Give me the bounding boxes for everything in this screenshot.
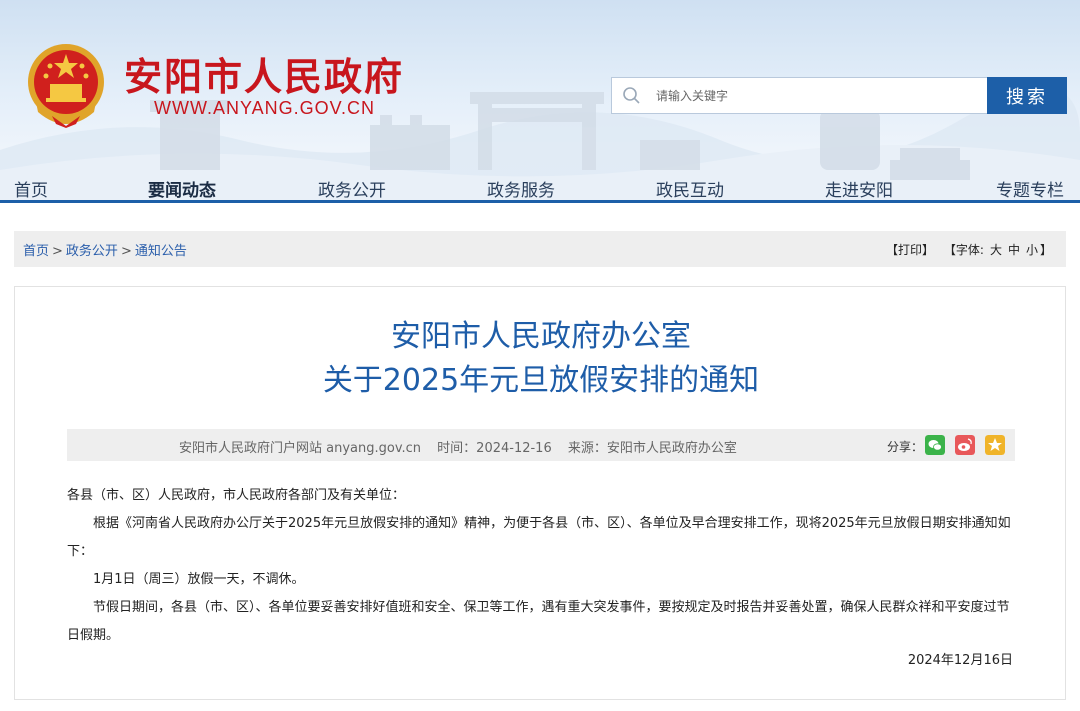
wechat-icon[interactable] xyxy=(925,435,945,455)
search-button[interactable]: 搜索 xyxy=(987,77,1067,114)
article-salutation: 各县（市、区）人民政府，市人民政府各部门及有关单位： xyxy=(67,488,406,503)
site-url: WWW.ANYANG.GOV.CN xyxy=(154,98,376,118)
nav-item-special-topics[interactable]: 专题专栏 xyxy=(996,176,1064,200)
star-icon[interactable] xyxy=(985,435,1005,455)
search-input[interactable] xyxy=(656,78,976,113)
font-size-label: 【字体: xyxy=(943,243,984,257)
nav-item-gov-affairs[interactable]: 政务公开 xyxy=(318,176,386,200)
article-body: 各县（市、区）人民政府，市人民政府各部门及有关单位： 根据《河南省人民政府办公厅… xyxy=(67,482,1017,650)
article-meta-bar: 安阳市人民政府门户网站 anyang.gov.cn 时间：2024-12-16 … xyxy=(67,429,1015,461)
font-medium-button[interactable]: 中 xyxy=(1008,243,1020,257)
site-title[interactable]: 安阳市人民政府 xyxy=(124,46,404,101)
article-paragraph: 根据《河南省人民政府办公厅关于2025年元旦放假安排的通知》精神，为便于各县（市… xyxy=(67,516,1011,559)
article-paragraph: 节假日期间，各县（市、区）、各单位要妥善安排好值班和安全、保卫等工作，遇有重大突… xyxy=(67,600,1010,643)
font-large-button[interactable]: 大 xyxy=(990,243,1002,257)
nav-item-home[interactable]: 首页 xyxy=(14,176,48,200)
nav-item-news[interactable]: 要闻动态 xyxy=(148,176,216,200)
nav-item-interaction[interactable]: 政民互动 xyxy=(656,176,724,200)
national-emblem-icon xyxy=(28,44,104,128)
search-box xyxy=(611,77,988,114)
font-small-button[interactable]: 小 xyxy=(1026,243,1038,257)
meta-time: 时间：2024-12-16 xyxy=(437,441,552,456)
article-title: 安阳市人民政府办公室 关于2025年元旦放假安排的通知 xyxy=(15,315,1067,403)
breadcrumb-notices[interactable]: 通知公告 xyxy=(135,244,187,259)
article-meta: 安阳市人民政府门户网站 anyang.gov.cn 时间：2024-12-16 … xyxy=(179,437,749,456)
font-size-suffix: 】 xyxy=(1039,243,1052,257)
breadcrumb-separator: > xyxy=(52,244,63,259)
nav-item-gov-services[interactable]: 政务服务 xyxy=(487,176,555,200)
article-paragraph: 1月1日（周三）放假一天，不调休。 xyxy=(93,572,305,587)
meta-source: 来源：安阳市人民政府办公室 xyxy=(567,441,737,456)
page-tools: 【打印】 【字体: 大中小】 xyxy=(880,241,1052,258)
article-date: 2024年12月16日 xyxy=(907,653,1013,668)
breadcrumb-home[interactable]: 首页 xyxy=(23,244,49,259)
nav-item-about-anyang[interactable]: 走进安阳 xyxy=(825,176,893,200)
breadcrumb-gov-affairs[interactable]: 政务公开 xyxy=(66,244,118,259)
article-title-line1: 安阳市人民政府办公室 xyxy=(391,319,691,354)
weibo-icon[interactable] xyxy=(955,435,975,455)
breadcrumb-separator: > xyxy=(120,244,132,259)
breadcrumb: 首页 > 政务公开 > 通知公告 xyxy=(23,240,187,259)
site-header: 安阳市人民政府 WWW.ANYANG.GOV.CN 搜索 首页 要闻动态 政务公… xyxy=(0,0,1080,200)
breadcrumb-bar: 首页 > 政务公开 > 通知公告 【打印】 【字体: 大中小】 xyxy=(14,231,1066,267)
article-panel: 安阳市人民政府办公室 关于2025年元旦放假安排的通知 安阳市人民政府门户网站 … xyxy=(14,286,1066,700)
share-label: 分享： xyxy=(887,440,924,454)
search-icon xyxy=(623,87,640,104)
main-nav: 首页 要闻动态 政务公开 政务服务 政民互动 走进安阳 专题专栏 xyxy=(0,172,1080,200)
article-title-line2: 关于2025年元旦放假安排的通知 xyxy=(322,363,760,398)
meta-site: 安阳市人民政府门户网站 anyang.gov.cn xyxy=(179,441,422,456)
nav-underline xyxy=(0,200,1080,203)
print-button[interactable]: 【打印】 xyxy=(886,243,934,257)
